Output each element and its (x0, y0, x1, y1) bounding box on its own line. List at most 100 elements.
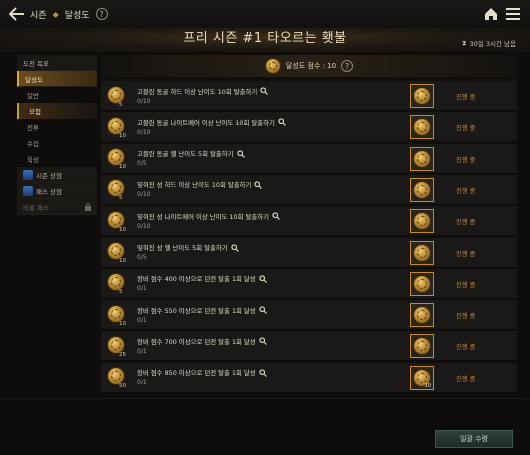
point-reward: 5 (105, 84, 129, 108)
achievement-row: 5 잊혀진 성 하드 이상 난이도 10회 탈출하기 0/10 진행 중 (101, 174, 517, 205)
achievement-row: 50 장비 점수 850 이상으로 던전 탈출 1회 달성 0/1 10 진행 중 (101, 362, 517, 393)
reward-coin-icon (413, 212, 431, 231)
status-label: 진행 중 (456, 375, 476, 383)
achievement-row: 25 장비 점수 700 이상으로 던전 탈출 1회 달성 0/1 진행 중 (101, 331, 517, 362)
sidebar-item-pass-shop[interactable]: 패스 상점 (17, 183, 97, 199)
achievement-progress: 0/10 (137, 191, 151, 199)
achievement-row: 10 잊혀진 성 헬 난이도 5회 탈출하기 0/5 진행 중 (101, 237, 517, 268)
achievement-title: 장비 점수 850 이상으로 던전 탈출 1회 달성 (137, 369, 256, 378)
reward-item[interactable]: 10 (410, 365, 434, 390)
menu-icon[interactable] (506, 8, 520, 20)
claim-all-button[interactable]: 일괄 수령 (435, 430, 513, 448)
point-value: 10 (119, 258, 126, 264)
sidebar-item-label: 도전 목표 (23, 59, 49, 68)
breadcrumb-season[interactable]: 시즌 (30, 8, 47, 21)
hourglass-icon: ⧗ (461, 38, 467, 47)
search-icon[interactable] (259, 337, 267, 346)
achievement-text: 고블린 동굴 하드 이상 난이도 10회 탈출하기 0/10 (137, 87, 407, 105)
sidebar-sub-growth[interactable]: 육성 (17, 151, 97, 167)
search-icon[interactable] (278, 118, 286, 127)
breadcrumb-separator-icon: ◆ (52, 9, 59, 19)
search-icon[interactable] (236, 149, 245, 158)
achievement-title-wrap: 장비 점수 850 이상으로 던전 탈출 1회 달성 (137, 368, 407, 377)
achievement-title-wrap: 고블린 동굴 나이트메어 이상 난이도 10회 탈출하기 (137, 118, 407, 127)
reward-item[interactable] (410, 271, 434, 296)
lock-icon (85, 203, 91, 211)
shop-icon (23, 169, 33, 180)
reward-count: 10 (424, 382, 431, 389)
point-value: 10 (119, 320, 126, 327)
reward-coin-icon (413, 274, 431, 293)
reward-item[interactable] (410, 177, 434, 202)
achievement-row: 5 장비 점수 400 이상으로 던전 탈출 1회 달성 0/1 진행 중 (101, 268, 517, 299)
sidebar-sub-label: 전투 (27, 124, 39, 132)
point-value: 10 (119, 164, 126, 171)
search-icon[interactable] (231, 243, 239, 252)
reward-item[interactable] (410, 209, 434, 234)
season-timer: ⧗ 30일 3시간 남음 (461, 38, 516, 49)
search-icon[interactable] (259, 275, 267, 283)
achievement-title: 장비 점수 700 이상으로 던전 탈출 1회 달성 (137, 337, 256, 346)
point-value: 25 (119, 351, 126, 358)
search-icon[interactable] (272, 212, 280, 221)
reward-item[interactable] (410, 115, 434, 140)
achievement-text: 장비 점수 850 이상으로 던전 탈출 1회 달성 0/1 (137, 368, 407, 386)
achievement-progress: 0/10 (137, 222, 151, 230)
sidebar-sub-combat[interactable]: 전투 (17, 119, 97, 135)
achievement-progress: 0/5 (137, 254, 147, 261)
search-icon[interactable] (254, 181, 263, 189)
status-label: 진행 중 (456, 281, 476, 289)
point-value: 5 (119, 289, 123, 296)
status-label: 진행 중 (456, 94, 476, 101)
top-bar: 시즌 ◆ 달성도 ? (0, 0, 530, 28)
sidebar-item-challenge[interactable]: 도전 목표 (17, 55, 97, 71)
achievement-row: 10 고블린 동굴 나이트메어 이상 난이도 10회 탈출하기 0/10 진행 중 (101, 112, 517, 143)
help-icon[interactable]: ? (341, 60, 354, 72)
point-reward: 10 (105, 115, 129, 139)
reward-coin-icon (413, 87, 431, 105)
reward-item[interactable] (410, 146, 434, 171)
home-icon[interactable] (484, 7, 498, 21)
point-reward: 10 (105, 209, 129, 233)
achievement-title: 잊혀진 성 헬 난이도 5회 탈출하기 (137, 244, 228, 252)
status-label: 진행 중 (456, 344, 476, 352)
search-icon[interactable] (259, 369, 267, 377)
season-banner: 프리 시즌 #1 타오르는 횃불 (0, 28, 530, 52)
achievement-title-wrap: 잊혀진 성 하드 이상 난이도 10회 탈출하기 (137, 180, 407, 189)
achievement-title: 잊혀진 성 하드 이상 난이도 10회 탈출하기 (137, 181, 252, 190)
reward-item[interactable] (410, 303, 434, 328)
breadcrumb: 시즌 ◆ 달성도 ? (30, 8, 108, 21)
achievement-text: 고블린 동굴 헬 난이도 5회 탈출하기 0/5 (137, 149, 407, 167)
divider (0, 398, 530, 399)
sidebar-item-season-shop[interactable]: 시즌 상점 (17, 167, 97, 183)
sidebar-item-achievement[interactable]: 달성도 (17, 71, 97, 87)
search-icon[interactable] (259, 306, 267, 315)
sidebar-item-label: 달성도 (25, 75, 43, 84)
achievement-title-wrap: 잊혀진 성 헬 난이도 5회 탈출하기 (137, 243, 407, 252)
sidebar-item-label: 패스 상점 (36, 187, 62, 196)
reward-coin-icon (413, 306, 431, 325)
sidebar-sub-collect[interactable]: 수집 (17, 135, 97, 151)
achievement-progress: 0/1 (137, 379, 147, 387)
achievement-row: 10 고블린 동굴 헬 난이도 5회 탈출하기 0/5 진행 중 (101, 143, 517, 174)
sidebar-item-dragon-pass[interactable]: 비룡 패스 (17, 199, 97, 215)
achievement-title-wrap: 장비 점수 400 이상으로 던전 탈출 1회 달성 (137, 274, 407, 283)
reward-item[interactable] (410, 84, 434, 108)
achievement-title: 고블린 동굴 헬 난이도 5회 탈출하기 (137, 150, 234, 159)
point-reward: 10 (105, 146, 129, 170)
sidebar-sub-general[interactable]: 일반 (17, 87, 97, 103)
reward-item[interactable] (410, 240, 434, 265)
achievement-title-wrap: 장비 점수 700 이상으로 던전 탈출 1회 달성 (137, 337, 407, 346)
back-arrow-icon[interactable] (6, 3, 28, 25)
search-icon[interactable] (260, 87, 269, 95)
reward-item[interactable] (410, 334, 434, 359)
achievement-progress: 0/1 (137, 347, 147, 355)
achievement-title: 장비 점수 400 이상으로 던전 탈출 1회 달성 (137, 275, 256, 284)
point-reward: 10 (105, 240, 129, 264)
point-reward: 10 (105, 303, 129, 327)
score-bar: 달성도 점수 : 10 ? (101, 55, 517, 77)
achievement-text: 잊혀진 성 하드 이상 난이도 10회 탈출하기 0/10 (137, 180, 407, 198)
help-icon[interactable]: ? (95, 8, 108, 20)
sidebar-sub-adventure[interactable]: 모험 (17, 103, 97, 119)
sidebar: 도전 목표 달성도 일반 모험 전투 수집 육성 시즌 상점 패스 상점 비룡 … (17, 55, 97, 235)
